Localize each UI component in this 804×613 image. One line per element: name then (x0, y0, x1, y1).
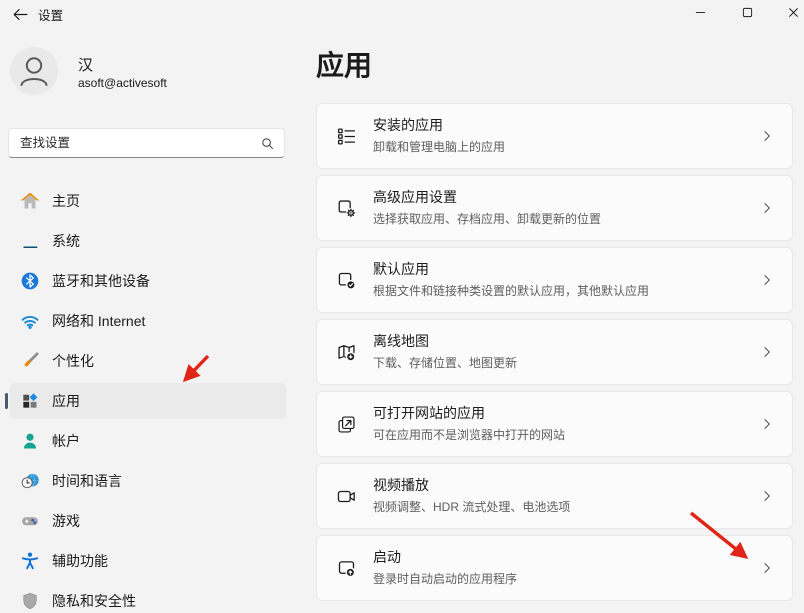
sidebar-item-apps[interactable]: 应用 (10, 383, 286, 419)
row-title: 安装的应用 (373, 117, 760, 135)
settings-row-advanced-app-settings[interactable]: 高级应用设置 选择获取应用、存档应用、卸载更新的位置 (316, 175, 793, 241)
row-title: 离线地图 (373, 333, 760, 351)
row-subtitle: 下载、存储位置、地图更新 (373, 354, 760, 371)
settings-rows: 安装的应用 卸载和管理电脑上的应用 高级应用设置 选择获取应用、存档应用、卸载更… (316, 103, 793, 607)
settings-row-offline-maps[interactable]: 离线地图 下载、存储位置、地图更新 (316, 319, 793, 385)
row-title: 视频播放 (373, 477, 760, 495)
accessibility-icon (20, 551, 40, 571)
page-title: 应用 (316, 44, 372, 84)
sidebar-item-network[interactable]: 网络和 Internet (10, 303, 286, 339)
close-icon (788, 7, 799, 18)
sidebar-item-gaming[interactable]: 游戏 (10, 503, 286, 539)
time-language-icon (20, 471, 40, 491)
sidebar-item-label: 蓝牙和其他设备 (52, 271, 150, 291)
chevron-right-icon (760, 489, 774, 503)
settings-row-installed-apps[interactable]: 安装的应用 卸载和管理电脑上的应用 (316, 103, 793, 169)
offline-maps-icon (336, 342, 357, 363)
settings-row-apps-for-websites[interactable]: 可打开网站的应用 可在应用而不是浏览器中打开的网站 (316, 391, 793, 457)
sidebar-item-time-language[interactable]: 时间和语言 (10, 463, 286, 499)
network-icon (20, 311, 40, 331)
home-icon (20, 191, 40, 211)
sidebar-item-label: 帐户 (52, 431, 80, 451)
sidebar-item-personalization[interactable]: 个性化 (10, 343, 286, 379)
back-arrow-icon (12, 6, 29, 23)
settings-row-default-apps[interactable]: 默认应用 根据文件和链接种类设置的默认应用，其他默认应用 (316, 247, 793, 313)
personalization-icon (20, 351, 40, 371)
maximize-button[interactable] (734, 0, 760, 24)
default-apps-icon (336, 270, 357, 291)
system-icon (20, 231, 40, 251)
sidebar-item-label: 辅助功能 (52, 551, 108, 571)
chevron-right-icon (760, 561, 774, 575)
row-subtitle: 卸载和管理电脑上的应用 (373, 138, 760, 155)
minimize-icon (695, 7, 706, 18)
close-button[interactable] (780, 0, 804, 24)
user-name: 汉 (78, 54, 93, 75)
row-title: 默认应用 (373, 261, 760, 279)
settings-window: 设置 汉 asoft@activesoft 主页 系统 蓝牙和其他设备 网络和 (0, 0, 804, 613)
installed-apps-icon (336, 126, 357, 147)
chevron-right-icon (760, 201, 774, 215)
chevron-right-icon (760, 129, 774, 143)
minimize-button[interactable] (687, 0, 713, 24)
row-title: 启动 (373, 549, 760, 567)
sidebar-item-label: 个性化 (52, 351, 94, 371)
row-title: 高级应用设置 (373, 189, 760, 207)
video-playback-icon (336, 486, 357, 507)
user-profile[interactable]: 汉 asoft@activesoft (10, 47, 286, 99)
row-subtitle: 选择获取应用、存档应用、卸载更新的位置 (373, 210, 760, 227)
settings-row-video-playback[interactable]: 视频播放 视频调整、HDR 流式处理、电池选项 (316, 463, 793, 529)
chevron-right-icon (760, 417, 774, 431)
settings-row-startup[interactable]: 启动 登录时自动启动的应用程序 (316, 535, 793, 601)
bluetooth-icon (20, 271, 40, 291)
sidebar-item-bluetooth[interactable]: 蓝牙和其他设备 (10, 263, 286, 299)
sidebar-item-label: 时间和语言 (52, 471, 122, 491)
sidebar-item-label: 系统 (52, 231, 80, 251)
person-icon (10, 47, 58, 95)
sidebar-item-label: 网络和 Internet (52, 311, 145, 331)
sidebar-item-privacy[interactable]: 隐私和安全性 (10, 583, 286, 613)
advanced-app-settings-icon (336, 198, 357, 219)
startup-icon (336, 558, 357, 579)
avatar (10, 47, 58, 95)
search-input[interactable] (9, 129, 284, 157)
row-subtitle: 根据文件和链接种类设置的默认应用，其他默认应用 (373, 282, 760, 299)
sidebar-item-label: 应用 (52, 391, 80, 411)
search-box (8, 128, 285, 158)
apps-for-websites-icon (336, 414, 357, 435)
sidebar-item-label: 隐私和安全性 (52, 591, 136, 611)
gaming-icon (20, 511, 40, 531)
maximize-icon (742, 7, 753, 18)
row-subtitle: 可在应用而不是浏览器中打开的网站 (373, 426, 760, 443)
sidebar-nav: 主页 系统 蓝牙和其他设备 网络和 Internet 个性化 应用 帐户 时间和… (10, 183, 286, 613)
sidebar-item-accounts[interactable]: 帐户 (10, 423, 286, 459)
user-email: asoft@activesoft (78, 76, 167, 90)
row-subtitle: 登录时自动启动的应用程序 (373, 570, 760, 587)
row-subtitle: 视频调整、HDR 流式处理、电池选项 (373, 498, 760, 515)
sidebar-item-home[interactable]: 主页 (10, 183, 286, 219)
selected-indicator (5, 393, 8, 409)
sidebar-item-system[interactable]: 系统 (10, 223, 286, 259)
accounts-icon (20, 431, 40, 451)
sidebar-item-label: 主页 (52, 191, 80, 211)
back-button[interactable] (8, 3, 32, 25)
sidebar-item-label: 游戏 (52, 511, 80, 531)
window-title: 设置 (38, 5, 63, 24)
chevron-right-icon (760, 345, 774, 359)
sidebar-item-accessibility[interactable]: 辅助功能 (10, 543, 286, 579)
apps-icon (20, 391, 40, 411)
chevron-right-icon (760, 273, 774, 287)
row-title: 可打开网站的应用 (373, 405, 760, 423)
privacy-icon (20, 591, 40, 611)
